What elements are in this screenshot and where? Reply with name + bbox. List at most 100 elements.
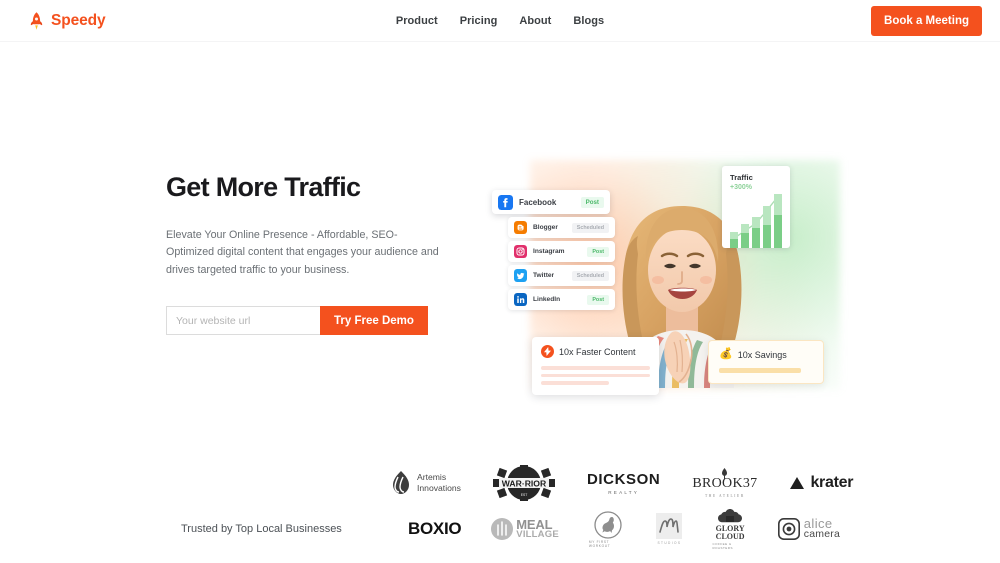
book-a-meeting-button[interactable]: Book a Meeting (871, 5, 982, 36)
brand-name: Speedy (51, 11, 106, 29)
status-badge: Post (587, 294, 609, 305)
traffic-chart-title: Traffic (730, 173, 753, 182)
flame-icon (393, 471, 409, 494)
cloud-crest-icon (718, 508, 743, 523)
logo-text: DICKSON (586, 471, 661, 488)
chart-bar (763, 205, 772, 248)
logo-dms-studios: STUDIOS (656, 513, 683, 545)
logo-subtext: COFFEE & ROASTERS (712, 542, 733, 551)
hero-subtitle: Elevate Your Online Presence - Affordabl… (166, 229, 439, 276)
status-badge: Post (580, 196, 604, 208)
hero-visual: Facebook Post Blogger Scheduled Instagra… (490, 138, 890, 418)
rocket-icon (30, 11, 43, 30)
faster-content-title: 10x Faster Content (559, 346, 636, 357)
site-header: Speedy Product Pricing About Blogs Book … (0, 0, 1000, 42)
faster-content-card: 10x Faster Content (532, 337, 659, 395)
logo-row: BOXIO MEAL VILLAGE MY FIRST WORKOUT STUD… (408, 506, 840, 552)
gear-badge-icon: WAR·RIOR EST (492, 465, 555, 501)
logo-brook37: BROOK37 THE ATELIER (692, 468, 757, 498)
brand-logo[interactable]: Speedy (28, 11, 106, 31)
traffic-delta-label: +300% (730, 184, 752, 191)
social-platform-list: Facebook Post Blogger Scheduled Instagra… (492, 190, 615, 310)
placeholder-lines (541, 366, 650, 385)
logo-row: Artemis Innovations WAR·RIOR EST DICKSON… (390, 460, 853, 506)
placeholder-line (541, 373, 650, 377)
facebook-icon (498, 194, 513, 210)
chart-bar-cap (730, 231, 738, 239)
chart-bar-cap (741, 223, 750, 234)
logo-warrior: WAR·RIOR EST (492, 465, 555, 501)
triangle-icon (790, 477, 805, 489)
logo-artemis-innovations: Artemis Innovations (390, 470, 461, 496)
svg-text:WAR·RIOR: WAR·RIOR (502, 478, 547, 488)
nav-item-about[interactable]: About (519, 15, 551, 27)
nav-item-blogs[interactable]: Blogs (573, 15, 604, 27)
social-card-blogger[interactable]: Blogger Scheduled (508, 217, 615, 238)
linkedin-icon (514, 293, 527, 306)
logo-text: GLORY CLOUD (715, 523, 745, 541)
chart-bar-cap (752, 216, 761, 228)
blogger-icon (514, 221, 527, 234)
social-card-label: Facebook (519, 197, 557, 207)
chart-bar (752, 216, 761, 248)
twitter-icon (514, 269, 527, 282)
chart-bar-cap (763, 205, 772, 225)
savings-card: 💰 10x Savings (708, 340, 824, 384)
logo-subtext: THE ATELIER (704, 494, 745, 498)
client-logo-grid: Artemis Innovations WAR·RIOR EST DICKSON… (390, 460, 853, 552)
try-free-demo-button[interactable]: Try Free Demo (320, 306, 428, 336)
wheat-circle-icon (491, 518, 514, 540)
logo-text: BOXIO (408, 519, 462, 538)
social-card-linkedin[interactable]: LinkedIn Post (508, 289, 615, 310)
chart-bar (741, 223, 750, 248)
placeholder-line (541, 381, 609, 385)
logo-text: MEAL VILLAGE (516, 516, 559, 540)
lightning-bolt-icon (541, 345, 554, 358)
nav-item-pricing[interactable]: Pricing (460, 15, 498, 27)
svg-text:EST: EST (521, 493, 528, 497)
logo-text: Artemis Innovations (417, 472, 461, 493)
website-url-input[interactable] (166, 306, 320, 336)
logo-meal-village: MEAL VILLAGE (491, 518, 559, 540)
traffic-chart-widget: Traffic +300% (722, 166, 790, 248)
signup-form: Try Free Demo (166, 306, 428, 336)
social-card-label: Twitter (533, 272, 555, 279)
logo-subtext: STUDIOS (657, 541, 682, 545)
trusted-by-section: Trusted by Top Local Businesses Artemis I… (0, 442, 1000, 560)
status-badge: Post (587, 246, 609, 257)
dms-monogram-icon (656, 513, 683, 539)
placeholder-line (719, 368, 801, 373)
status-badge: Scheduled (571, 222, 609, 233)
social-card-label: Instagram (533, 248, 565, 255)
chart-bar-cap (774, 194, 783, 215)
hero-copy: Get More Traffic Elevate Your Online Pre… (166, 172, 451, 336)
social-card-instagram[interactable]: Instagram Post (508, 241, 615, 262)
main-nav: Product Pricing About Blogs (396, 15, 604, 27)
trusted-by-label: Trusted by Top Local Businesses (181, 523, 342, 535)
social-card-facebook[interactable]: Facebook Post (492, 190, 610, 214)
social-card-twitter[interactable]: Twitter Scheduled (508, 265, 615, 286)
money-bag-icon: 💰 (719, 348, 733, 360)
chart-bar (730, 231, 738, 248)
logo-my-first-workout: MY FIRST WORKOUT (588, 510, 627, 548)
logo-text: krater (810, 474, 854, 491)
chart-bar (774, 194, 783, 248)
placeholder-line (541, 366, 650, 370)
instagram-icon (514, 245, 527, 258)
logo-alice-camera: alice camera (777, 515, 840, 541)
savings-title: 10x Savings (737, 349, 787, 360)
traffic-bar-chart (730, 194, 784, 248)
social-card-label: Blogger (533, 224, 558, 231)
logo-subtext: MY FIRST WORKOUT (588, 539, 611, 548)
social-card-label: LinkedIn (533, 296, 561, 303)
camera-icon (777, 517, 800, 540)
logo-text: alice camera (803, 515, 840, 541)
nav-item-product[interactable]: Product (396, 15, 438, 27)
hero-section: Get More Traffic Elevate Your Online Pre… (0, 42, 1000, 442)
logo-subtext: REALTY (608, 490, 640, 495)
page-title: Get More Traffic (166, 172, 361, 202)
logo-dickson-realty: DICKSON REALTY (587, 471, 660, 495)
logo-boxio: BOXIO (408, 519, 462, 539)
kangaroo-icon (594, 510, 622, 539)
logo-krater: krater (789, 474, 853, 492)
